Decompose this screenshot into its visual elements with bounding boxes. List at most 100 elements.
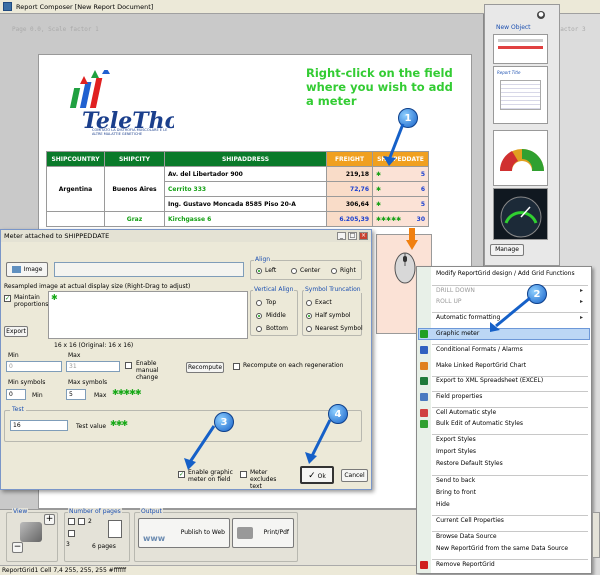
header-freight[interactable]: FREIGHT [326, 151, 373, 167]
cell-shippeddate[interactable]: ✱✱✱✱✱ 30 [372, 211, 429, 227]
close-icon[interactable]: × [359, 232, 368, 240]
menu-item[interactable]: New ReportGrid from the same Data Source [436, 545, 568, 552]
enable-manual-checkbox[interactable] [125, 362, 132, 369]
menu-item[interactable]: ROLL UP [436, 298, 462, 305]
image-button[interactable]: Image [6, 262, 48, 277]
image-path-field[interactable] [54, 262, 244, 277]
valign-top-radio[interactable] [256, 300, 262, 306]
menu-item[interactable]: Graphic meter [436, 330, 479, 337]
cell-country[interactable]: Argentina [46, 166, 105, 212]
recompute-each-label: Recompute on each regeneration [243, 362, 344, 369]
header-shipaddress[interactable]: SHIPADDRESS [164, 151, 327, 167]
cell-address[interactable]: Kirchgasse 6 [164, 211, 327, 227]
meter-stars: ✱ [376, 185, 382, 193]
menu-item[interactable]: Conditional Formats / Alarms [436, 346, 523, 353]
cell-city[interactable]: Graz [104, 211, 165, 227]
cell-freight[interactable]: 306,64 [326, 196, 373, 212]
menu-item[interactable]: Make Linked ReportGrid Chart [436, 362, 526, 369]
menu-item[interactable]: Cell Automatic style [436, 409, 496, 416]
export-button[interactable]: Export [4, 326, 28, 337]
pages-2-checkbox[interactable] [78, 518, 85, 525]
cell-address[interactable]: Ing. Gustavo Moncada 8585 Piso 20-A [164, 196, 327, 212]
palette-item-chart[interactable] [493, 130, 548, 186]
publish-to-web-button[interactable]: www Publish to Web [138, 518, 230, 548]
header-shipcity[interactable]: SHIPCITY [104, 151, 165, 167]
zoom-out-button[interactable]: − [12, 542, 23, 553]
pointer-arrow-icon [305, 419, 332, 464]
align-right-radio[interactable] [331, 268, 337, 274]
cell-address[interactable]: Cerrito 333 [164, 181, 327, 197]
header-shipcountry[interactable]: SHIPCOUNTRY [46, 151, 105, 167]
minimize-icon[interactable]: _ [337, 232, 346, 240]
max-symbols-label: Max symbols [68, 379, 108, 386]
manage-button[interactable]: Manage [490, 244, 524, 256]
menu-item[interactable]: Export to XML Spreadsheet (EXCEL) [436, 377, 543, 384]
palette-item-text[interactable] [493, 34, 548, 64]
cell-city[interactable]: Buenos Aires [104, 166, 165, 212]
menu-item[interactable]: Browse Data Source [436, 533, 497, 540]
maximize-icon[interactable]: □ [348, 232, 357, 240]
maintain-proportions-checkbox[interactable]: ✓ [4, 295, 11, 302]
image-preview[interactable]: ✱ [48, 291, 248, 339]
cell-freight[interactable]: 72,76 [326, 181, 373, 197]
instruction-note: Right-click on the field where you wish … [306, 66, 453, 108]
cell-shippeddate[interactable]: ✱ 5 [372, 196, 429, 212]
menu-separator [432, 515, 588, 516]
menu-item[interactable]: Send to back [436, 477, 475, 484]
menu-item[interactable]: Restore Default Styles [436, 460, 503, 467]
table-row[interactable]: Graz Kirchgasse 6 6.205,39 ✱✱✱✱✱ 30 [46, 211, 429, 227]
max-symbols-stepper[interactable]: 5 [66, 389, 86, 400]
menu-separator [432, 475, 588, 476]
min-input[interactable]: 0 [6, 361, 62, 372]
menu-item[interactable]: Bring to front [436, 489, 476, 496]
cell-shippeddate[interactable]: ✱ 5 [372, 166, 429, 182]
align-left-label: Left [265, 267, 277, 274]
close-icon[interactable]: ● [537, 11, 545, 19]
pages-1-checkbox[interactable] [68, 518, 75, 525]
submenu-arrow-icon: ▸ [580, 287, 584, 294]
print-pdf-button[interactable]: Print/Pdf [232, 518, 294, 548]
palette-item-gauge[interactable] [493, 188, 548, 240]
menu-item-icon [420, 330, 428, 338]
meter-excludes-checkbox[interactable] [240, 471, 247, 478]
cancel-button[interactable]: Cancel [341, 469, 368, 482]
cell-country[interactable] [46, 211, 105, 227]
cell-shippeddate[interactable]: ✱ 6 [372, 181, 429, 197]
menu-item[interactable]: Remove ReportGrid [436, 561, 495, 568]
pages-icon[interactable] [108, 520, 122, 538]
menu-separator [432, 285, 588, 286]
trunc-nearest-radio[interactable] [306, 326, 312, 332]
trunc-exact-radio[interactable] [306, 300, 312, 306]
menu-separator [432, 434, 588, 435]
menu-item[interactable]: Export Styles [436, 436, 476, 443]
maintain-label: Maintain proportions [14, 294, 49, 308]
valign-middle-radio[interactable] [256, 313, 262, 319]
zoom-in-button[interactable]: + [44, 514, 55, 525]
menu-item[interactable]: Import Styles [436, 448, 476, 455]
min-symbols-stepper[interactable]: 0 [6, 389, 26, 400]
recompute-each-checkbox[interactable] [233, 363, 240, 370]
menu-item[interactable]: Field properties [436, 393, 482, 400]
cell-freight[interactable]: 6.205,39 [326, 211, 373, 227]
align-center-radio[interactable] [291, 268, 297, 274]
palette-item-report[interactable]: Report Title [493, 66, 548, 124]
status-bar: ReportGrid1 Cell 7,4 255, 255, 255 #ffff… [0, 565, 416, 575]
align-left-radio[interactable] [256, 268, 262, 274]
max-input[interactable]: 31 [66, 361, 120, 372]
menu-item[interactable]: Hide [436, 501, 450, 508]
report-grid[interactable]: SHIPCOUNTRY SHIPCITY SHIPADDRESS FREIGHT… [46, 151, 429, 227]
menu-item[interactable]: DRILL DOWN [436, 287, 475, 294]
trunc-half-radio[interactable] [306, 313, 312, 319]
menu-item[interactable]: Bulk Edit of Automatic Styles [436, 420, 523, 427]
test-value-input[interactable]: 16 [10, 420, 68, 431]
menu-item[interactable]: Modify ReportGrid design / Add Grid Func… [436, 270, 575, 277]
cell-address[interactable]: Av. del Libertador 900 [164, 166, 327, 182]
ok-button[interactable]: ✓ Ok [300, 466, 334, 484]
recompute-button[interactable]: Recompute [186, 362, 224, 373]
valign-bottom-radio[interactable] [256, 326, 262, 332]
table-row[interactable]: Argentina Buenos Aires Av. del Libertado… [46, 166, 429, 212]
cell-freight[interactable]: 219,18 [326, 166, 373, 182]
menu-item[interactable]: Current Cell Properties [436, 517, 504, 524]
pages-3-checkbox[interactable] [68, 530, 75, 537]
enable-graphic-meter-checkbox[interactable]: ✓ [178, 471, 185, 478]
